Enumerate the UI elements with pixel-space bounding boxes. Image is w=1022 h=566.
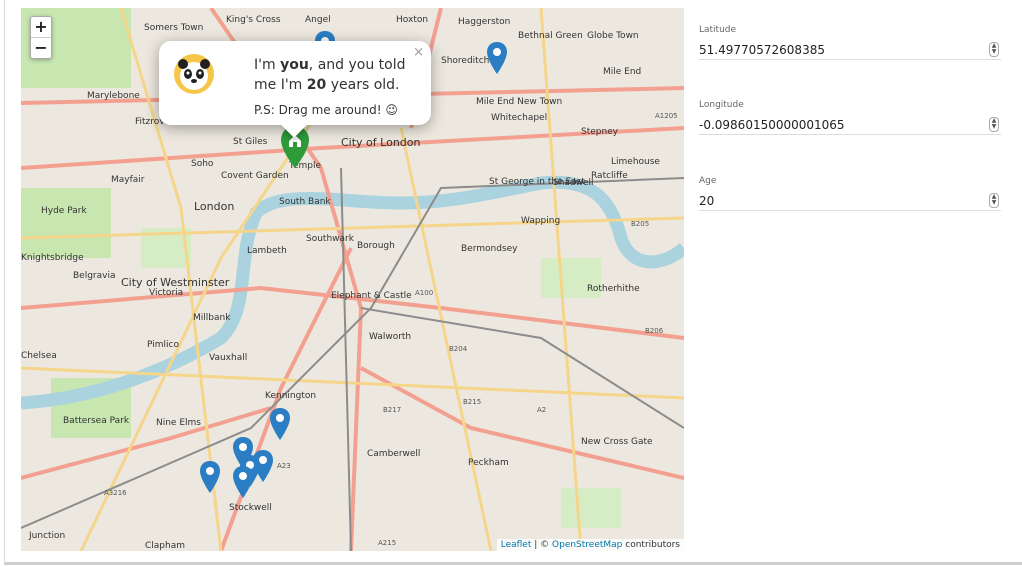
- place-label: Elephant & Castle: [331, 291, 412, 301]
- road-label: B215: [463, 398, 481, 406]
- place-label: Angel: [305, 15, 331, 25]
- road-label: A2: [537, 406, 546, 414]
- place-label: London: [194, 200, 234, 213]
- place-label: Stepney: [581, 127, 619, 137]
- map-marker[interactable]: [199, 460, 221, 494]
- place-label: Junction: [28, 531, 65, 541]
- longitude-field-group: Longitude -0.09860150000001065 ▲ ▼: [699, 100, 1001, 135]
- road-label: A23: [277, 462, 291, 470]
- place-label: Lambeth: [247, 246, 287, 256]
- place-label: Southwark: [306, 234, 355, 244]
- age-field-group: Age 20 ▲ ▼: [699, 176, 1001, 211]
- map-marker[interactable]: [269, 407, 291, 441]
- marker-popup: × I'm you, and you told me I'm 20 years …: [159, 41, 431, 125]
- place-label: Camberwell: [367, 449, 420, 459]
- age-stepper-icon[interactable]: ▲ ▼: [989, 193, 999, 208]
- place-label: Battersea Park: [63, 416, 130, 426]
- place-label: Bethnal Green: [518, 31, 583, 41]
- place-label: Ratcliffe: [591, 171, 628, 181]
- place-label: Nine Elms: [156, 418, 201, 428]
- place-label: South Bank: [279, 197, 331, 207]
- place-label: Globe Town: [587, 31, 639, 41]
- zoom-in-button[interactable]: +: [31, 17, 51, 37]
- place-label: Covent Garden: [221, 171, 289, 181]
- popup-text-bold: you: [280, 57, 309, 73]
- popup-ps: P.S: Drag me around! 😉: [254, 103, 398, 117]
- popup-text: I'm: [254, 57, 281, 73]
- place-label: Mayfair: [111, 175, 145, 185]
- place-label: Rotherhithe: [587, 284, 640, 294]
- road-label: A100: [415, 289, 433, 297]
- place-label: Mile End: [603, 67, 641, 77]
- place-label: Hyde Park: [41, 206, 87, 216]
- place-label: Stockwell: [229, 503, 272, 513]
- zoom-control: + −: [30, 16, 52, 59]
- longitude-input[interactable]: -0.09860150000001065 ▲ ▼: [699, 114, 1001, 135]
- panda-avatar-icon: [174, 54, 214, 94]
- map-marker[interactable]: [486, 41, 508, 75]
- place-label: Knightsbridge: [21, 253, 84, 263]
- place-label: Limehouse: [611, 157, 660, 167]
- longitude-value[interactable]: -0.09860150000001065: [699, 118, 845, 132]
- place-label: Borough: [357, 241, 395, 251]
- road-label: A1205: [655, 112, 678, 120]
- age-label: Age: [699, 176, 717, 186]
- latitude-label: Latitude: [699, 25, 737, 35]
- place-label: Peckham: [468, 458, 509, 468]
- road-label: B205: [631, 220, 649, 228]
- place-label: Hoxton: [396, 15, 428, 25]
- map[interactable]: King's Cross Angel Hoxton Haggerston Bethnal…: [21, 8, 684, 551]
- map-attribution: Leaflet | © OpenStreetMap contributors: [496, 539, 684, 551]
- place-label: Kennington: [265, 391, 316, 401]
- place-label: Haggerston: [458, 17, 510, 27]
- place-label: Vauxhall: [209, 353, 247, 363]
- place-label: Walworth: [369, 332, 411, 342]
- age-value[interactable]: 20: [699, 194, 714, 208]
- attribution-suffix: contributors: [622, 540, 680, 550]
- place-label: Belgravia: [73, 271, 115, 281]
- age-input[interactable]: 20 ▲ ▼: [699, 190, 1001, 211]
- place-label: Mile End New Town: [476, 97, 562, 107]
- popup-message: I'm you, and you told me I'm 20 years ol…: [254, 55, 424, 95]
- road-label: B217: [383, 406, 401, 414]
- place-label: Clapham: [145, 541, 185, 551]
- latitude-value[interactable]: 51.49770572608385: [699, 43, 825, 57]
- road-label: A215: [378, 539, 396, 547]
- longitude-stepper-icon[interactable]: ▲ ▼: [989, 117, 999, 132]
- latitude-input[interactable]: 51.49770572608385 ▲ ▼: [699, 39, 1001, 60]
- latitude-field-group: Latitude 51.49770572608385 ▲ ▼: [699, 25, 1001, 60]
- place-label: Marylebone: [87, 91, 140, 101]
- popup-age: 20: [306, 77, 327, 93]
- popup-text: me I'm: [254, 77, 307, 93]
- road-label: A3216: [104, 489, 127, 497]
- zoom-out-button[interactable]: −: [31, 37, 51, 58]
- place-label: Somers Town: [144, 23, 203, 33]
- road-label: B204: [449, 345, 468, 353]
- place-label: Victoria: [149, 288, 183, 298]
- road-label: B206: [645, 327, 664, 335]
- place-label: City of London: [341, 136, 421, 149]
- place-label: Shoreditch: [441, 56, 489, 66]
- app-window: King's Cross Angel Hoxton Haggerston Bethnal…: [4, 0, 1022, 565]
- map-marker[interactable]: [232, 465, 254, 499]
- place-label: Bermondsey: [461, 244, 518, 254]
- place-label: Pimlico: [147, 340, 179, 350]
- place-label: Whitechapel: [491, 113, 547, 123]
- place-label: New Cross Gate: [581, 437, 653, 447]
- leaflet-link[interactable]: Leaflet: [501, 540, 532, 550]
- place-label: Soho: [191, 159, 214, 169]
- place-label: St Giles: [233, 137, 268, 147]
- place-label: Shadwell: [553, 178, 594, 188]
- latitude-stepper-icon[interactable]: ▲ ▼: [989, 42, 999, 57]
- popup-text: years old.: [326, 77, 400, 93]
- attribution-separator: | ©: [531, 540, 553, 550]
- place-label: Chelsea: [21, 351, 57, 361]
- longitude-label: Longitude: [699, 100, 744, 110]
- place-label: King's Cross: [226, 15, 281, 25]
- osm-link[interactable]: OpenStreetMap: [552, 540, 622, 550]
- place-label: Millbank: [193, 313, 231, 323]
- place-label: Wapping: [521, 216, 560, 226]
- popup-text: , and you told: [308, 57, 406, 73]
